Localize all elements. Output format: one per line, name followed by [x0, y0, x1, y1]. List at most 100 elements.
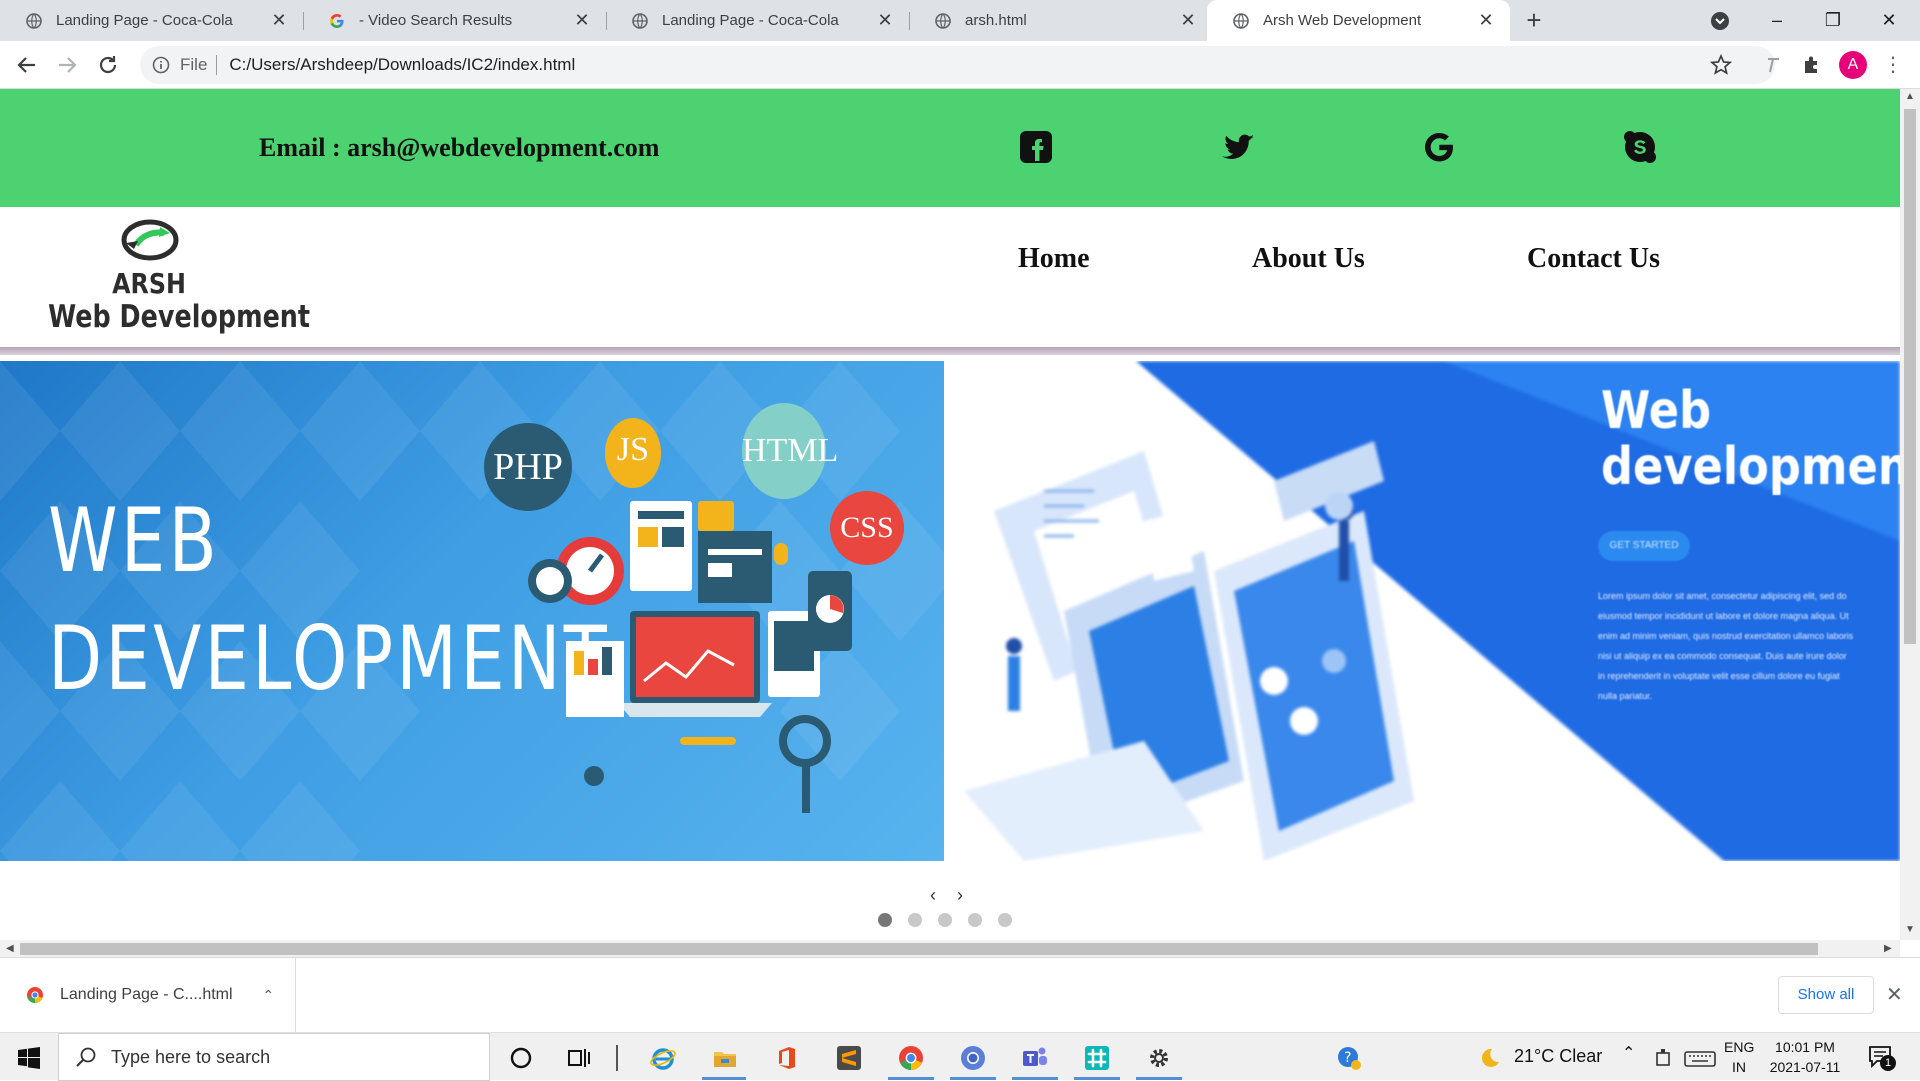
bookmark-star-icon[interactable]: [1710, 54, 1732, 76]
tab-search-icon[interactable]: [1710, 11, 1730, 31]
restore-icon[interactable]: ❐: [1810, 4, 1856, 36]
twitter-icon[interactable]: [1218, 127, 1258, 167]
forward-icon[interactable]: [53, 51, 81, 79]
info-icon[interactable]: [152, 56, 170, 74]
slide-title-web: WEB: [48, 489, 220, 592]
tab-title: Landing Page - Coca-Cola: [662, 12, 839, 29]
vertical-scroll-thumb[interactable]: [1904, 109, 1916, 644]
logo-text-line1: ARSH: [112, 267, 186, 300]
scroll-right-icon[interactable]: ▶: [1884, 943, 1892, 954]
show-all-button[interactable]: Show all: [1778, 976, 1874, 1014]
nav-contact-us[interactable]: Contact Us: [1527, 243, 1660, 275]
file-explorer-icon[interactable]: [712, 1045, 738, 1071]
slack-icon[interactable]: [1084, 1045, 1110, 1071]
system-clock[interactable]: 10:01 PM 2021-07-11: [1762, 1037, 1848, 1077]
tab-title: Arsh Web Development: [1263, 12, 1422, 29]
site-logo[interactable]: ARSH Web Development: [38, 215, 310, 345]
slider-dot-4[interactable]: [968, 913, 982, 927]
close-icon[interactable]: ✕: [572, 10, 592, 31]
keyboard-icon[interactable]: [1684, 1045, 1716, 1071]
tab-arsh-web-development[interactable]: Arsh Web Development ✕: [1207, 0, 1510, 41]
minimize-icon[interactable]: –: [1754, 4, 1800, 36]
notification-center[interactable]: 1: [1868, 1045, 1896, 1071]
close-icon[interactable]: ✕: [875, 10, 895, 31]
chrome-canary-icon[interactable]: [960, 1045, 986, 1071]
taskbar-separator: [616, 1045, 618, 1071]
email-text: Email : arsh@webdevelopment.com: [259, 133, 660, 162]
teams-icon[interactable]: [1022, 1045, 1048, 1071]
tab-arsh-html[interactable]: arsh.html ✕: [909, 0, 1212, 41]
slide-right-title: Web development: [1601, 383, 1900, 495]
slide-web-development-right: Web development GET STARTED Lorem ipsum …: [944, 361, 1900, 861]
get-started-button[interactable]: GET STARTED: [1598, 531, 1690, 561]
cortana-icon[interactable]: [508, 1045, 534, 1071]
tab-title: arsh.html: [965, 12, 1027, 29]
close-download-bar-icon[interactable]: ✕: [1886, 982, 1903, 1007]
horizontal-scrollbar[interactable]: ◀ ▶: [0, 940, 1900, 957]
region-code: IN: [1732, 1059, 1746, 1075]
scroll-up-icon[interactable]: ▲: [1905, 91, 1915, 102]
address-bar[interactable]: File C:/Users/Arshdeep/Downloads/IC2/ind…: [140, 46, 1775, 84]
reload-icon[interactable]: [94, 51, 122, 79]
scroll-left-icon[interactable]: ◀: [6, 943, 14, 954]
slider-arrows[interactable]: ‹ ›: [930, 885, 971, 906]
close-icon[interactable]: ✕: [1178, 10, 1198, 31]
profile-avatar[interactable]: A: [1839, 51, 1867, 79]
globe-icon: [632, 12, 648, 29]
tab-landing-page-2[interactable]: Landing Page - Coca-Cola ✕: [606, 0, 909, 41]
tab-landing-page-1[interactable]: Landing Page - Coca-Cola ✕: [0, 0, 303, 41]
task-view-icon[interactable]: [566, 1045, 592, 1071]
new-tab-button[interactable]: +: [1520, 6, 1548, 34]
clock-time: 10:01 PM: [1775, 1039, 1835, 1055]
close-icon[interactable]: ✕: [269, 10, 289, 31]
taskbar-search[interactable]: Type here to search: [58, 1033, 490, 1081]
slide-right-title-line2: development: [1601, 437, 1900, 497]
scroll-down-icon[interactable]: ▼: [1905, 924, 1915, 935]
back-icon[interactable]: [13, 51, 41, 79]
internet-explorer-icon[interactable]: [650, 1045, 676, 1071]
windows-start-icon[interactable]: [18, 1047, 40, 1069]
download-bar: Landing Page - C....html ⌃ Show all ✕: [0, 957, 1920, 1032]
extensions-icon[interactable]: [1801, 54, 1823, 76]
header-divider: [0, 347, 1900, 355]
device-icon[interactable]: [1654, 1045, 1674, 1071]
chevron-up-icon[interactable]: ⌃: [263, 987, 275, 1004]
moon-weather-icon[interactable]: [1478, 1045, 1500, 1071]
sublime-text-icon[interactable]: [836, 1045, 862, 1071]
menu-kebab-icon[interactable]: ⋮: [1883, 53, 1903, 77]
weather-text[interactable]: 21°C Clear: [1514, 1046, 1602, 1067]
facebook-icon[interactable]: [1016, 127, 1056, 167]
tab-video-search[interactable]: - Video Search Results ✕: [303, 0, 606, 41]
help-badge-icon[interactable]: ?: [1336, 1045, 1362, 1071]
slide-web-development-left: WEB DEVELOPMENT PHP JS HTML CSS: [0, 361, 944, 861]
tray-chevron-up-icon[interactable]: ⌃: [1622, 1043, 1635, 1063]
skype-icon[interactable]: [1620, 127, 1660, 167]
page-viewport: Email : arsh@webdevelopment.com ARSH Web…: [0, 89, 1900, 940]
slider-dot-5[interactable]: [998, 913, 1012, 927]
language-indicator[interactable]: ENG IN: [1724, 1037, 1754, 1077]
notification-badge: 1: [1880, 1055, 1896, 1071]
svg-text:?: ?: [1344, 1050, 1351, 1066]
url-scheme: File: [180, 55, 218, 75]
download-item[interactable]: Landing Page - C....html ⌃: [0, 958, 296, 1032]
download-filename: Landing Page - C....html: [60, 986, 233, 1003]
settings-gear-icon[interactable]: [1146, 1045, 1172, 1071]
slider-dot-1[interactable]: [878, 913, 892, 927]
nav-home[interactable]: Home: [1018, 243, 1090, 275]
slider-dot-3[interactable]: [938, 913, 952, 927]
office-icon[interactable]: [774, 1045, 800, 1071]
url-text[interactable]: C:/Users/Arshdeep/Downloads/IC2/index.ht…: [229, 55, 575, 75]
nav-about-us[interactable]: About Us: [1252, 243, 1365, 275]
main-navbar: ARSH Web Development Home About Us Conta…: [0, 207, 1900, 347]
google-icon[interactable]: [1419, 127, 1459, 167]
globe-icon: [935, 12, 951, 29]
slider-dot-2[interactable]: [908, 913, 922, 927]
close-icon[interactable]: ✕: [1476, 10, 1496, 31]
vertical-scrollbar[interactable]: ▲ ▼: [1900, 89, 1920, 940]
translate-icon[interactable]: [1762, 54, 1784, 76]
windows-taskbar: Type here to search ? 21°C Clear ⌃ ENG I…: [0, 1032, 1920, 1081]
chrome-icon[interactable]: [898, 1045, 924, 1071]
horizontal-scroll-thumb[interactable]: [20, 943, 1818, 955]
clock-date: 2021-07-11: [1769, 1059, 1841, 1075]
window-close-icon[interactable]: ✕: [1866, 4, 1912, 36]
